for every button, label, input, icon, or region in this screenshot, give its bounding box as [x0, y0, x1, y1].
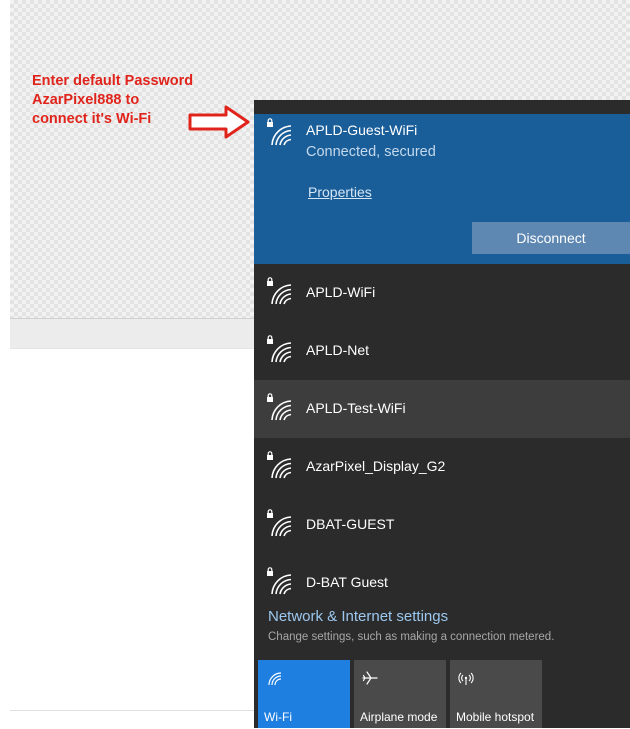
network-name: APLD-Net	[306, 342, 370, 358]
annotation-line-1: Enter default Password	[32, 73, 194, 89]
secured-wifi-icon	[267, 567, 292, 595]
network-name: D-BAT Guest	[306, 574, 388, 590]
network-settings-description: Change settings, such as making a connec…	[268, 631, 555, 643]
hotspot-tile-label: Mobile hotspot	[456, 710, 535, 724]
mobile-hotspot-tile[interactable]: Mobile hotspot	[450, 660, 542, 728]
hotspot-icon	[458, 672, 474, 685]
network-item[interactable]: DBAT-GUEST	[254, 496, 630, 554]
network-name: APLD-WiFi	[306, 284, 376, 300]
network-item[interactable]: APLD-Net	[254, 322, 630, 380]
network-name: AzarPixel_Display_G2	[306, 458, 446, 474]
secured-wifi-icon	[267, 393, 292, 421]
annotation-arrow-icon	[188, 105, 250, 139]
connected-network-name: APLD-Guest-WiFi	[306, 122, 418, 138]
properties-link[interactable]: Properties	[308, 184, 372, 200]
airplane-icon	[362, 671, 378, 685]
secured-wifi-icon	[267, 509, 292, 537]
connected-network-panel[interactable]: APLD-Guest-WiFi Connected, secured Prope…	[254, 114, 630, 264]
network-item[interactable]: D-BAT Guest	[254, 554, 630, 612]
secured-wifi-icon	[267, 335, 292, 363]
network-item[interactable]: APLD-Test-WiFi	[254, 380, 630, 438]
network-item[interactable]: AzarPixel_Display_G2	[254, 438, 630, 496]
network-settings-link[interactable]: Network & Internet settings	[268, 608, 448, 625]
secured-wifi-icon	[267, 118, 292, 146]
wifi-icon	[268, 672, 282, 686]
airplane-tile-label: Airplane mode	[360, 710, 438, 724]
secured-wifi-icon	[267, 451, 292, 479]
window-content-area	[10, 348, 254, 729]
disconnect-button[interactable]: Disconnect	[472, 222, 630, 254]
network-name: DBAT-GUEST	[306, 516, 395, 532]
network-name: APLD-Test-WiFi	[306, 400, 406, 416]
airplane-mode-tile[interactable]: Airplane mode	[354, 660, 446, 728]
wifi-toggle-tile[interactable]: Wi-Fi	[258, 660, 350, 728]
secured-wifi-icon	[267, 277, 292, 305]
wifi-flyout: APLD-Guest-WiFi Connected, secured Prope…	[254, 100, 630, 728]
connection-status: Connected, secured	[306, 144, 436, 160]
network-item[interactable]: APLD-WiFi	[254, 264, 630, 322]
wifi-tile-label: Wi-Fi	[264, 710, 292, 724]
divider	[10, 710, 254, 711]
